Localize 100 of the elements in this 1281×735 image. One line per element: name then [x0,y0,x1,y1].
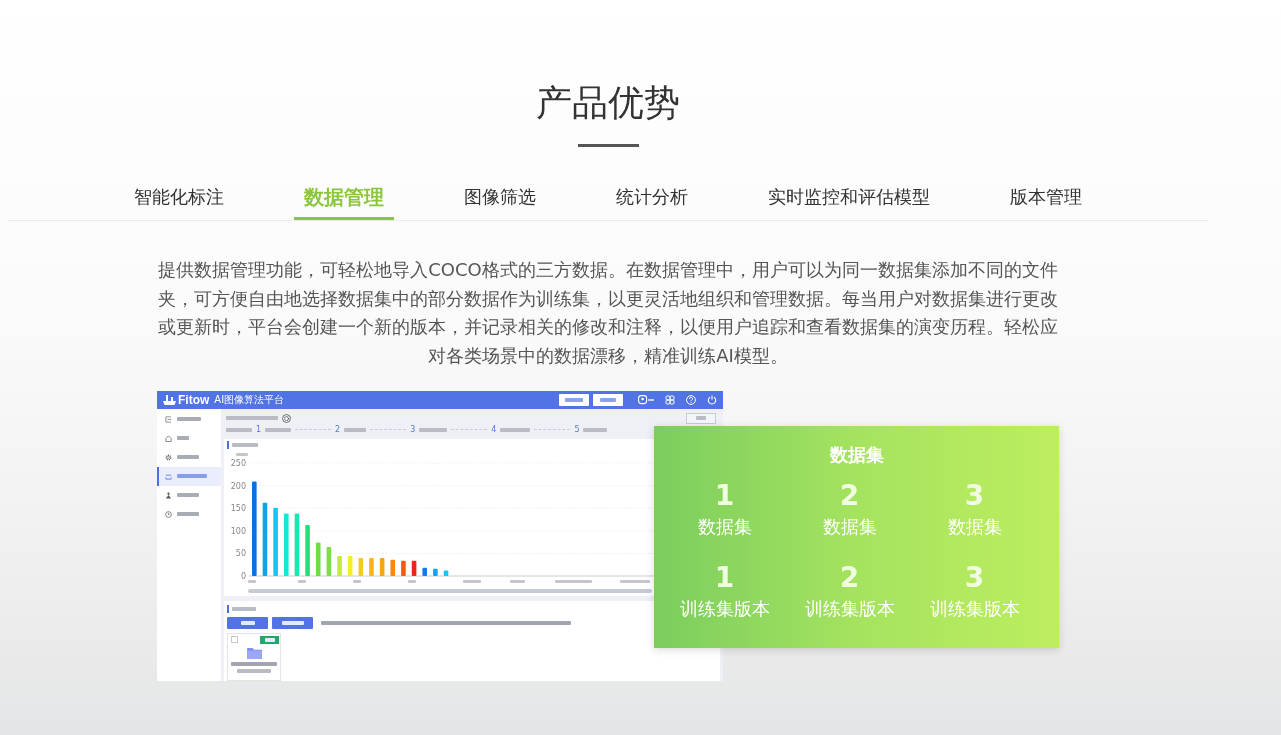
chart-bar [401,560,406,576]
chart-bar [358,557,364,576]
primary-button[interactable] [272,616,313,629]
y-axis-label: 50 [235,549,246,559]
stat-number: 2 [839,479,860,512]
blurred-text [620,579,650,583]
blurred-text [600,397,616,402]
step-number: 4 [491,425,497,435]
blurred-text [353,579,361,583]
blurred-text [419,427,448,432]
stat-label: 训练集版本 [804,596,895,621]
blurred-text [408,579,416,583]
blurred-text [231,661,277,666]
tab[interactable]: 统计分析 [606,178,698,220]
blurred-text [696,416,706,421]
stat-number: 2 [839,561,860,594]
stat-number: 3 [964,561,985,594]
heading-marker [227,604,229,613]
tab[interactable]: 智能化标注 [124,178,234,220]
step-number: 1 [256,425,262,435]
stat-label: 训练集版本 [929,596,1020,621]
chart-bar [379,557,385,576]
primary-button[interactable] [227,616,268,629]
gear-icon [165,453,172,461]
settings-icon[interactable] [282,413,291,423]
section-title: 产品优势 [536,81,680,125]
tab[interactable]: 实时监控和评估模型 [758,178,940,220]
chart-bar [390,559,396,576]
stat-number: 3 [964,479,985,512]
app-logo: Fitow [178,392,210,407]
blurred-text [248,579,256,583]
step-number: 2 [335,425,341,435]
blurred-text [177,512,199,517]
blurred-text [555,579,592,583]
chart-bar [422,567,428,576]
blurred-text [236,452,248,456]
blurred-text [264,637,275,642]
tab[interactable]: 图像筛选 [454,178,546,220]
blurred-text [565,397,583,402]
scrollbar[interactable] [248,588,652,593]
chart-bar [337,555,342,576]
chart-bar [315,542,321,576]
blurred-text [510,579,525,583]
blurred-text [265,427,292,432]
heading-marker [227,440,229,449]
stack-icon [165,472,172,480]
chart-bar [369,557,374,576]
home-icon [165,434,172,442]
blurred-text [226,427,252,432]
checkbox[interactable] [231,635,238,643]
stat-label: 数据集 [822,514,877,539]
clover-icon[interactable] [665,394,675,405]
chart-bar [411,560,417,576]
y-axis-label: 150 [230,504,246,513]
stat-label: 训练集版本 [679,596,770,621]
blurred-text [463,579,481,583]
chart-bar [433,568,438,576]
blurred-text [232,442,258,447]
blurred-text [177,436,189,441]
stat-number: 1 [714,561,735,594]
person-icon [165,491,172,499]
folder-icon [246,646,262,659]
chart-bar [305,524,310,576]
stat-label: 数据集 [947,514,1002,539]
blurred-text [232,606,256,611]
outline-button[interactable] [686,412,716,424]
y-axis-label: 200 [230,481,246,491]
chart-bar [347,555,353,576]
folder-tile[interactable] [227,632,281,681]
header-button[interactable] [559,393,589,406]
blurred-text [281,620,304,625]
chart-bar [284,513,289,576]
blurred-text [240,620,255,625]
stats-title: 数据集 [828,443,885,466]
y-axis-label: 0 [240,571,246,581]
chart-bar [443,570,449,576]
chart-bar [294,513,300,576]
blurred-text [500,427,531,432]
blurred-text [237,668,271,673]
stat-number: 1 [714,479,735,512]
blurred-text [583,427,608,432]
chart-bar [273,507,278,576]
blurred-text [226,416,278,421]
app-title: AI图像算法平台 [214,393,285,406]
help-icon[interactable] [686,394,696,405]
title-accent-bar [577,144,639,147]
description-text: 提供数据管理功能，可轻松地导入COCO格式的三方数据。在数据管理中，用户可以为同一数据集添加不同的文件夹，可方便自由地选择数据集中的部分数据作为训练集，以更灵活地组织和管理数据。每当用户对数据集进行更改或更新时，平台会创建一个新的版本，并记录相关的修改和注释，以便用户追踪和查看数据集的演变历程。轻松应对各类场景中的数据漂移，精准训练AI模型。 [157,258,1059,369]
collapse-icon [165,415,172,423]
tab[interactable]: 版本管理 [1000,178,1092,220]
clock-icon [165,510,172,518]
step-number: 5 [574,425,580,435]
sidebar-item[interactable] [157,466,221,486]
blurred-text [177,474,207,479]
blurred-text [177,493,199,498]
power-icon[interactable] [707,394,717,405]
header-button[interactable] [593,393,623,406]
blurred-text [344,427,367,432]
blurred-text [177,455,199,460]
chart-bar [326,546,332,576]
profile-icon[interactable] [638,394,654,405]
